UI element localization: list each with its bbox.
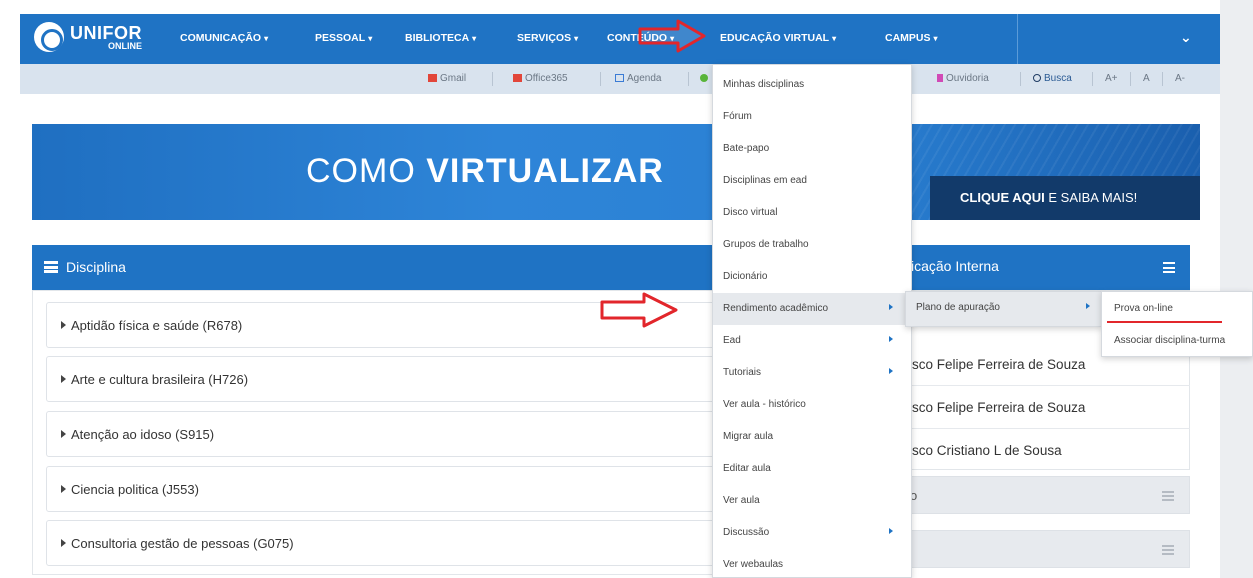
quick-links-bar: Gmail Office365 Agenda Ouvidoria Busca A… — [20, 64, 1220, 94]
separator — [600, 72, 601, 86]
logo-emblem-icon — [34, 22, 64, 52]
banner-cta-button[interactable]: CLIQUE AQUI E SAIBA MAIS! — [930, 176, 1200, 220]
contact-name[interactable]: sco Felipe Ferreira de Souza — [912, 357, 1085, 372]
nav-comunicacao[interactable]: COMUNICAÇÃO ▾ — [180, 32, 268, 44]
search-icon — [1033, 74, 1041, 82]
menu-item-discussao[interactable]: Discussão — [713, 517, 911, 549]
annotation-arrow-icon — [638, 19, 706, 53]
menu-icon[interactable] — [1163, 262, 1175, 273]
plano-apuracao-submenu: Prova on-line Associar disciplina-turma — [1101, 291, 1253, 357]
office-icon — [513, 74, 522, 82]
menu-item-ver-aula-historico[interactable]: Ver aula - histórico — [713, 389, 911, 421]
menu-item-bate-papo[interactable]: Bate-papo — [713, 133, 911, 165]
chevron-down-icon[interactable]: ⌄ — [1180, 30, 1192, 46]
cta-rest-text: E SAIBA MAIS! — [1044, 190, 1138, 205]
font-increase-button[interactable]: A+ — [1105, 73, 1118, 84]
banner-title: COMO VIRTUALIZAR — [306, 152, 664, 190]
collapsed-panel[interactable] — [895, 530, 1190, 568]
menu-item-dicionario[interactable]: Dicionário — [713, 261, 911, 293]
separator — [1162, 72, 1163, 86]
contact-name[interactable]: sco Cristiano L de Sousa — [912, 443, 1062, 458]
contact-name[interactable]: sco Felipe Ferreira de Souza — [912, 400, 1085, 415]
menu-item-disco-virtual[interactable]: Disco virtual — [713, 197, 911, 229]
caret-down-icon: ▾ — [574, 34, 579, 43]
nav-educacao-virtual[interactable]: EDUCAÇÃO VIRTUAL ▾ — [720, 32, 836, 44]
cta-bold-text: CLIQUE AQUI — [960, 190, 1045, 205]
unifor-logo[interactable]: UNIFOR ONLINE — [34, 22, 142, 52]
mail-icon — [428, 74, 437, 82]
educacao-virtual-dropdown: Minhas disciplinas Fórum Bate-papo Disci… — [712, 64, 912, 578]
menu-item-associar-disciplina-turma[interactable]: Associar disciplina-turma — [1102, 325, 1252, 357]
status-dot-link[interactable] — [700, 73, 711, 84]
font-default-button[interactable]: A — [1143, 73, 1150, 84]
nav-pessoal[interactable]: PESSOAL ▾ — [315, 32, 372, 44]
submenu-arrow-icon — [889, 528, 893, 534]
list-icon — [44, 261, 58, 273]
comunicacao-panel-header: icação Interna — [895, 245, 1190, 290]
caret-down-icon: ▾ — [264, 34, 269, 43]
busca-link[interactable]: Busca — [1033, 73, 1072, 84]
rendimento-submenu: Plano de apuração — [905, 291, 1102, 327]
menu-item-plano-apuracao[interactable]: Plano de apuração — [906, 292, 1101, 326]
divider — [895, 428, 1190, 429]
comunicacao-panel-title: icação Interna — [911, 258, 999, 274]
nav-biblioteca[interactable]: BIBLIOTECA ▾ — [405, 32, 476, 44]
right-gutter — [1220, 0, 1253, 578]
separator — [1130, 72, 1131, 86]
separator — [1092, 72, 1093, 86]
menu-item-migrar-aula[interactable]: Migrar aula — [713, 421, 911, 453]
menu-item-tutoriais[interactable]: Tutoriais — [713, 357, 911, 389]
expand-caret-icon — [61, 430, 66, 438]
menu-item-ead[interactable]: Ead — [713, 325, 911, 357]
nav-campus[interactable]: CAMPUS ▾ — [885, 32, 938, 44]
caret-down-icon: ▾ — [832, 34, 837, 43]
menu-item-ver-aula[interactable]: Ver aula — [713, 485, 911, 517]
menu-icon[interactable] — [1162, 545, 1174, 555]
menu-item-rendimento-academico[interactable]: Rendimento acadêmico — [713, 293, 911, 325]
annotation-arrow-icon — [600, 292, 678, 328]
office365-link[interactable]: Office365 — [513, 73, 568, 84]
separator — [688, 72, 689, 86]
submenu-arrow-icon — [889, 368, 893, 374]
nav-servicos[interactable]: SERVIÇOS ▾ — [517, 32, 578, 44]
submenu-arrow-icon — [889, 304, 893, 310]
menu-icon[interactable] — [1162, 491, 1174, 501]
disciplina-panel-title: Disciplina — [66, 259, 126, 275]
submenu-arrow-icon — [1086, 303, 1090, 309]
top-navbar: UNIFOR ONLINE COMUNICAÇÃO ▾ PESSOAL ▾ BIBL… — [20, 14, 1220, 64]
caret-down-icon: ▾ — [472, 34, 477, 43]
menu-item-editar-aula[interactable]: Editar aula — [713, 453, 911, 485]
expand-caret-icon — [61, 539, 66, 547]
expand-caret-icon — [61, 321, 66, 329]
gmail-link[interactable]: Gmail — [428, 73, 466, 84]
divider — [895, 385, 1190, 386]
font-decrease-button[interactable]: A- — [1175, 73, 1185, 84]
promo-banner[interactable]: COMO VIRTUALIZAR CLIQUE AQUI E SAIBA MAI… — [32, 124, 1200, 220]
logo-text-sub: ONLINE — [107, 40, 142, 51]
menu-item-ver-webaulas[interactable]: Ver webaulas — [713, 549, 911, 578]
menu-item-minhas-disciplinas[interactable]: Minhas disciplinas — [713, 69, 911, 101]
green-dot-icon — [700, 74, 708, 82]
caret-down-icon: ▾ — [933, 34, 938, 43]
agenda-link[interactable]: Agenda — [615, 73, 661, 84]
flag-icon — [937, 74, 943, 82]
ouvidoria-link[interactable]: Ouvidoria — [937, 73, 989, 84]
menu-item-forum[interactable]: Fórum — [713, 101, 911, 133]
highlight-underline — [1107, 321, 1222, 323]
expand-caret-icon — [61, 485, 66, 493]
nav-divider — [1017, 14, 1018, 64]
separator — [1020, 72, 1021, 86]
collapsed-panel[interactable]: o — [895, 476, 1190, 514]
expand-caret-icon — [61, 375, 66, 383]
calendar-icon — [615, 74, 624, 82]
logo-text-main: UNIFOR — [70, 22, 142, 43]
menu-item-disciplinas-ead[interactable]: Disciplinas em ead — [713, 165, 911, 197]
caret-down-icon: ▾ — [368, 34, 373, 43]
separator — [492, 72, 493, 86]
menu-item-grupos-trabalho[interactable]: Grupos de trabalho — [713, 229, 911, 261]
submenu-arrow-icon — [889, 336, 893, 342]
